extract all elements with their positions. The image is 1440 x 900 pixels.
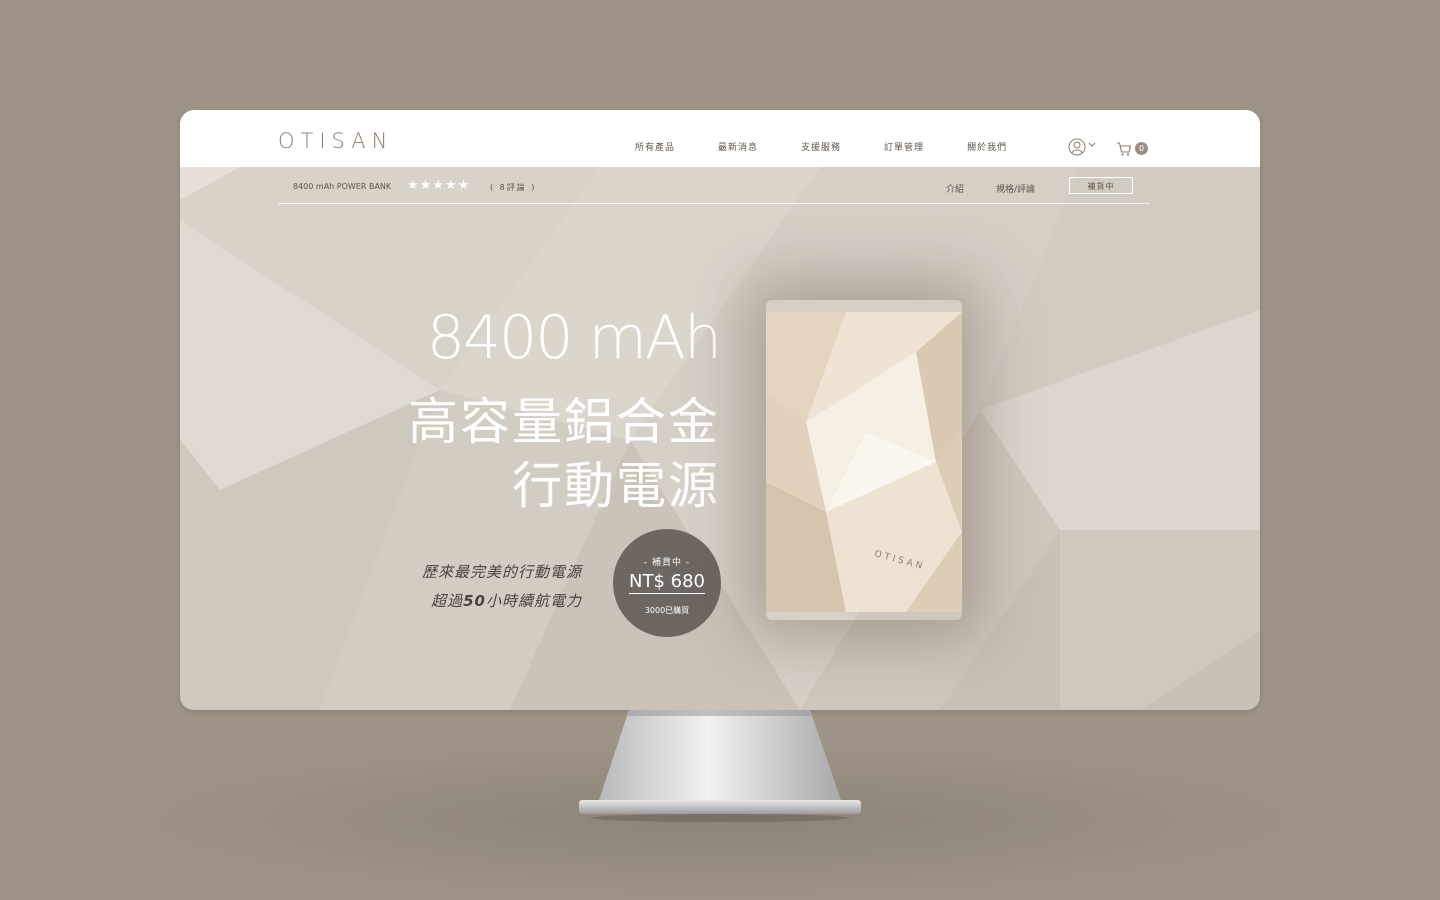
tagline-suffix: 小時續航電力	[485, 592, 582, 610]
main-nav: 所有產品 最新消息 支援服務 訂單管理 關於我們	[635, 140, 1050, 153]
review-count-link[interactable]: ( 8評論 )	[490, 182, 536, 193]
nav-item-support[interactable]: 支援服務	[801, 140, 841, 153]
product-name: 8400 mAh POWER BANK	[293, 182, 392, 191]
hero-title-line3: 行動電源	[512, 457, 720, 515]
cart-icon[interactable]	[1116, 141, 1132, 157]
nav-item-all-products[interactable]: 所有產品	[635, 140, 675, 153]
nav-item-about[interactable]: 關於我們	[967, 140, 1007, 153]
cart-count-badge[interactable]: 0	[1135, 142, 1148, 155]
product-subbar: 8400 mAh POWER BANK ★★★★★ ( 8評論 ) 介紹 規格/…	[278, 167, 1150, 204]
tab-specs-reviews[interactable]: 規格/評論	[996, 182, 1035, 195]
monitor-stand	[579, 710, 861, 822]
rating-stars: ★★★★★	[407, 178, 471, 193]
hero-tagline-2: 超過50小時續航電力	[431, 590, 582, 611]
hero-tagline-1: 歷來最完美的行動電源	[421, 563, 582, 581]
hero-title-line2: 高容量鋁合金	[408, 393, 720, 451]
badge-price: NT$ 680	[613, 571, 721, 594]
restock-button[interactable]: 補貨中	[1069, 177, 1133, 194]
nav-item-orders[interactable]: 訂單管理	[884, 140, 924, 153]
price-value: NT$ 680	[629, 571, 705, 594]
tab-intro[interactable]: 介紹	[946, 182, 964, 195]
badge-status: - 補貨中 -	[643, 558, 691, 568]
user-icon[interactable]	[1068, 138, 1086, 156]
hero-capacity: 8400 mAh	[426, 303, 722, 373]
site-header: OTISAN 所有產品 最新消息 支援服務 訂單管理 關於我們 0	[180, 110, 1260, 167]
badge-sold-count: 3000已購買	[644, 606, 690, 615]
power-bank-image: OTISAN	[766, 312, 962, 612]
monitor-screen: OTISAN 所有產品 最新消息 支援服務 訂單管理 關於我們 0 8400 m…	[180, 110, 1260, 710]
chevron-down-icon[interactable]	[1088, 141, 1096, 149]
tagline-prefix: 超過	[431, 592, 464, 610]
tagline-hours: 50	[463, 592, 486, 610]
nav-item-news[interactable]: 最新消息	[718, 140, 758, 153]
site-logo[interactable]: OTISAN	[278, 129, 393, 153]
price-badge[interactable]: - 補貨中 - NT$ 680 3000已購買	[613, 529, 721, 637]
